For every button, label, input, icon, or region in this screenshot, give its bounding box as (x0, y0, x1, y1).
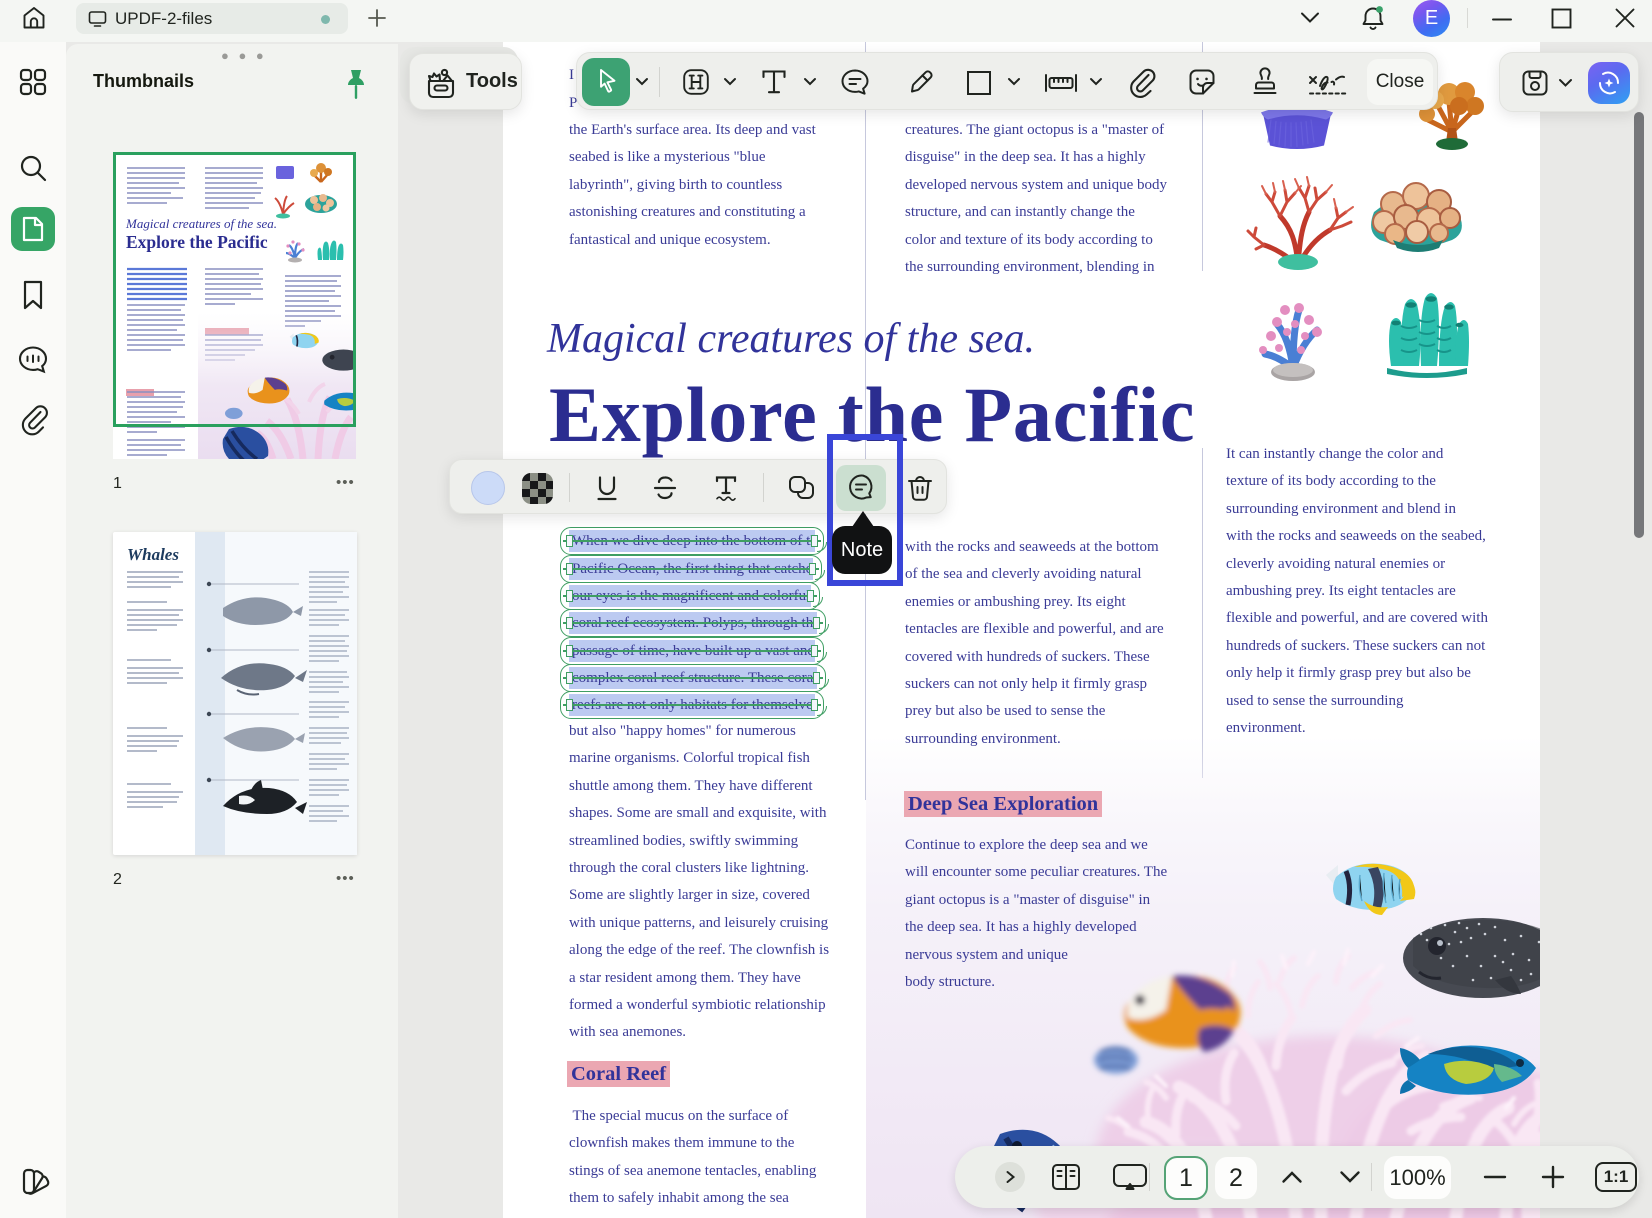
svg-text:Whales: Whales (127, 545, 179, 564)
